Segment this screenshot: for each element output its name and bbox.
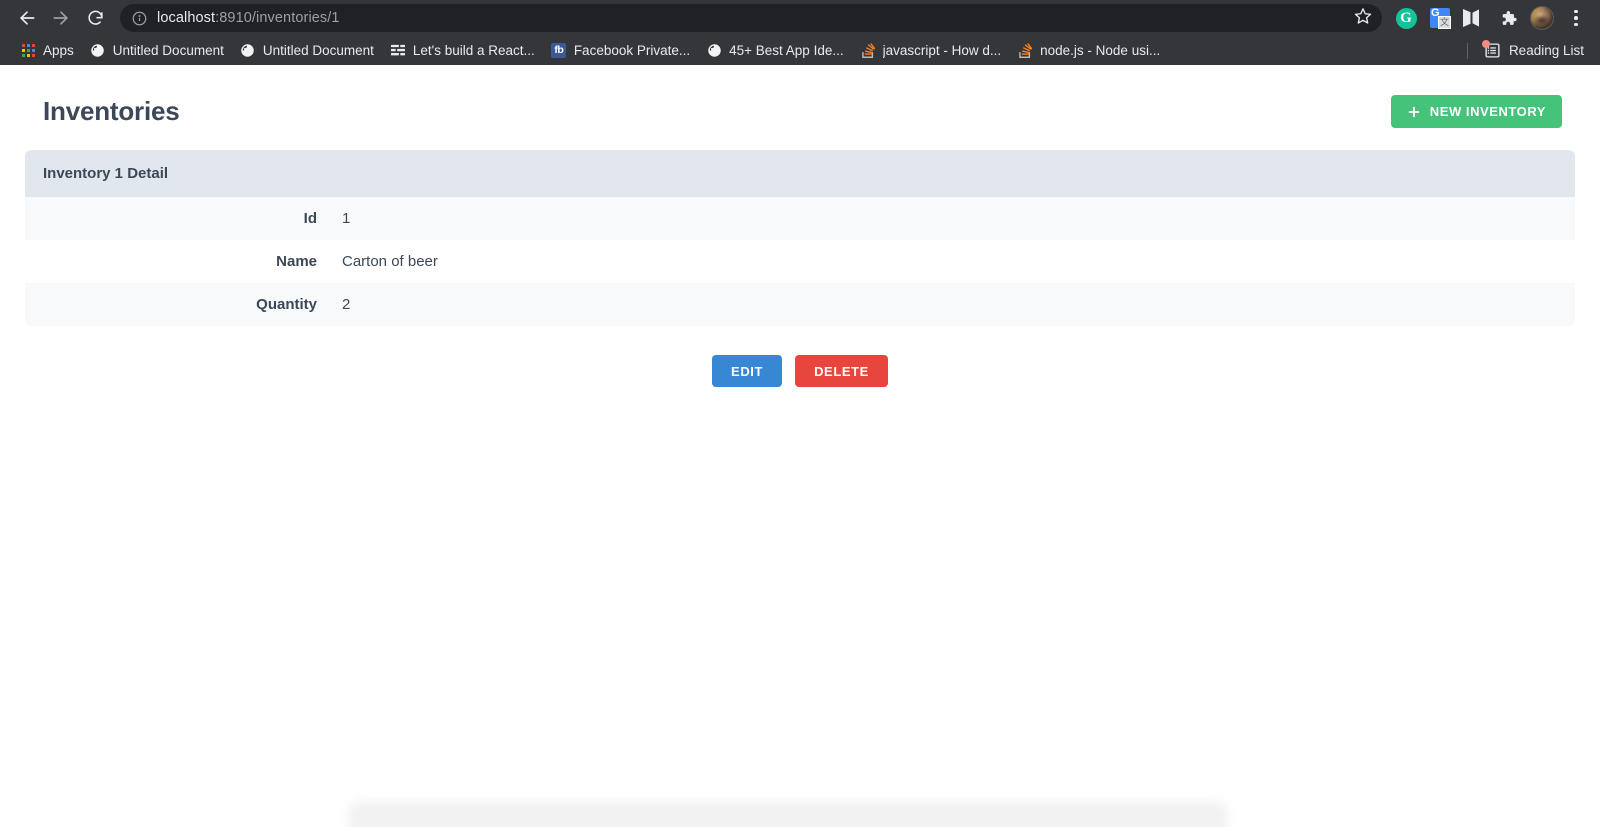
info-circle-icon[interactable] — [132, 11, 147, 26]
bookmarks-bar: Apps Untitled Document Untitled Document — [0, 36, 1600, 65]
new-inventory-label: NEW INVENTORY — [1429, 104, 1546, 119]
page-title: Inventories — [43, 96, 180, 126]
bookmark-label: Untitled Document — [262, 43, 374, 58]
bookmark-label: Let's build a React... — [412, 43, 535, 58]
card-header-title: Inventory 1 Detail — [25, 150, 1575, 197]
address-bar[interactable]: localhost:8910/inventories/1 — [120, 4, 1382, 32]
globe-icon — [90, 43, 106, 59]
plus-icon — [1407, 105, 1421, 119]
bookmark-facebook-private[interactable]: fb Facebook Private... — [543, 40, 698, 62]
globe-icon — [706, 43, 722, 59]
table-row: Name Carton of beer — [25, 240, 1575, 283]
edit-button[interactable]: EDIT — [712, 355, 783, 387]
bookmark-apps[interactable]: Apps — [12, 40, 82, 62]
bookmark-label: Facebook Private... — [573, 43, 691, 58]
row-value-name: Carton of beer — [342, 253, 438, 270]
bookmark-45-best-app-ideas[interactable]: 45+ Best App Ide... — [698, 40, 851, 62]
medium-extension-button[interactable] — [1458, 2, 1490, 34]
bookmarks-divider — [1466, 42, 1468, 59]
grammarly-icon: G — [1395, 7, 1417, 29]
layout-icon — [390, 43, 406, 59]
stackoverflow-icon — [1017, 43, 1033, 59]
bookmark-javascript-how-do[interactable]: javascript - How d... — [852, 40, 1010, 62]
delete-button[interactable]: DELETE — [795, 355, 888, 387]
bookmark-nodejs-node-using[interactable]: node.js - Node usi... — [1009, 40, 1168, 62]
forward-button[interactable] — [44, 1, 78, 35]
bookmark-lets-build-a-react[interactable]: Let's build a React... — [382, 40, 543, 62]
url-path: :8910/inventories/1 — [215, 10, 340, 26]
table-row: Id 1 — [25, 197, 1575, 240]
extension-icons: G G文 — [1390, 2, 1592, 34]
bottom-shelf-artifact — [348, 801, 1228, 827]
puzzle-icon — [1499, 9, 1518, 28]
google-translate-extension-button[interactable]: G文 — [1424, 2, 1456, 34]
google-translate-icon: G文 — [1430, 7, 1451, 29]
row-label-quantity: Quantity — [256, 296, 317, 313]
new-inventory-button[interactable]: NEW INVENTORY — [1390, 95, 1562, 128]
action-buttons: EDIT DELETE — [0, 355, 1600, 387]
grammarly-extension-button[interactable]: G — [1390, 2, 1422, 34]
chrome-menu-button[interactable] — [1560, 2, 1592, 34]
row-value-id: 1 — [342, 210, 351, 227]
bookmark-label: javascript - How d... — [882, 43, 1002, 58]
bookmark-label: Apps — [43, 43, 74, 58]
bookmark-label: node.js - Node usi... — [1040, 43, 1161, 58]
arrow-right-icon — [51, 8, 71, 28]
reload-button[interactable] — [78, 1, 112, 35]
avatar — [1530, 6, 1554, 30]
apps-grid-icon — [20, 43, 36, 59]
browser-toolbar: localhost:8910/inventories/1 G G文 — [0, 0, 1600, 36]
bookmark-star-button[interactable] — [1348, 3, 1378, 33]
row-value-quantity: 2 — [342, 296, 351, 313]
back-button[interactable] — [10, 1, 44, 35]
inventory-detail-card: Inventory 1 Detail Id 1 Name Carton of b… — [25, 150, 1575, 326]
extensions-puzzle-button[interactable] — [1492, 2, 1524, 34]
table-row: Quantity 2 — [25, 283, 1575, 326]
kebab-menu-icon — [1574, 9, 1578, 27]
page-header: Inventories NEW INVENTORY — [0, 65, 1600, 128]
reading-list-badge — [1481, 40, 1490, 48]
star-icon — [1354, 7, 1372, 30]
address-bar-url: localhost:8910/inventories/1 — [157, 10, 340, 26]
reload-icon — [86, 9, 105, 28]
url-host: localhost — [157, 10, 216, 26]
bookmark-label: 45+ Best App Ide... — [729, 43, 844, 58]
globe-icon — [240, 43, 256, 59]
row-label-name: Name — [276, 253, 317, 270]
bookmark-label: Untitled Document — [112, 43, 224, 58]
facebook-icon: fb — [551, 43, 567, 59]
arrow-left-icon — [17, 8, 37, 28]
profile-button[interactable] — [1526, 2, 1558, 34]
browser-chrome: localhost:8910/inventories/1 G G文 Apps U… — [0, 0, 1600, 65]
reading-list-label: Reading List — [1508, 43, 1584, 58]
page-content: Inventories NEW INVENTORY Inventory 1 De… — [0, 65, 1600, 827]
row-label-id: Id — [303, 210, 317, 227]
bookmark-untitled-document-2[interactable]: Untitled Document — [232, 40, 382, 62]
bookmark-untitled-document-1[interactable]: Untitled Document — [82, 40, 232, 62]
reading-list-button[interactable]: Reading List — [1476, 39, 1592, 62]
medium-icon — [1463, 9, 1485, 27]
stackoverflow-icon — [860, 43, 876, 59]
reading-list-icon — [1481, 40, 1501, 59]
